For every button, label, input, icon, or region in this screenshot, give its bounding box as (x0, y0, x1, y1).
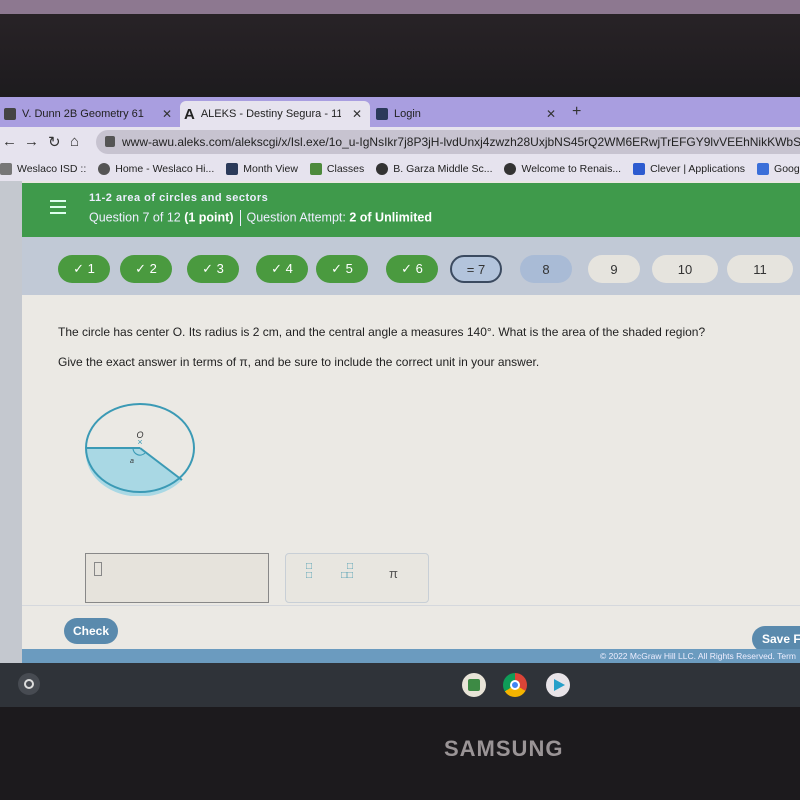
question-info: Question 7 of 12 (1 point) Question Attem… (89, 210, 432, 226)
question-pill-8[interactable]: 8 (520, 255, 572, 283)
center-label: O (136, 430, 143, 440)
bookmark-icon (98, 163, 111, 175)
circle-sector-figure: × O a (85, 403, 195, 496)
copyright: © 2022 McGraw Hill LLC. All Rights Reser… (22, 649, 800, 663)
tab-label: V. Dunn 2B Geometry 61 (22, 108, 144, 120)
shaded-sector (85, 448, 182, 496)
screen: V. Dunn 2B Geometry 61 ✕ A ALEKS - Desti… (0, 97, 800, 707)
play-store-app-icon[interactable] (546, 673, 570, 697)
placeholder-box (94, 562, 102, 576)
bookmarks-bar: Weslaco ISD :: Home - Weslaco Hi... Mont… (0, 157, 800, 181)
tab-label: ALEKS - Destiny Segura - 11-2 ar (200, 108, 341, 120)
question-pill-3[interactable]: ✓ 3 (187, 255, 239, 283)
back-icon[interactable]: ← (2, 133, 17, 150)
home-icon[interactable]: ⌂ (70, 133, 79, 150)
globe-icon (504, 163, 517, 175)
question-text: The circle has center O. Its radius is 2… (58, 325, 706, 339)
samsung-logo: SAMSUNG (444, 736, 564, 761)
forward-icon[interactable]: → (24, 133, 39, 150)
action-bar: Check Save F (22, 605, 800, 655)
topic-title: 11-2 area of circles and sectors (89, 192, 269, 204)
globe-icon (376, 163, 389, 175)
hac-icon (226, 163, 239, 175)
new-tab-button[interactable]: + (572, 103, 581, 121)
check-button[interactable]: Check (64, 618, 118, 644)
chromeos-shelf (0, 663, 800, 707)
bookmark-icon (0, 163, 12, 175)
chrome-app-icon[interactable] (503, 673, 527, 697)
site-info-icon[interactable] (105, 136, 115, 147)
bookmark-clever[interactable]: Clever | Applications (633, 163, 745, 175)
question-pill-5[interactable]: ✓ 5 (316, 255, 368, 283)
bookmark-home-weslaco[interactable]: Home - Weslaco Hi... (98, 163, 214, 175)
question-pill-4[interactable]: ✓ 4 (256, 255, 308, 283)
classroom-icon (309, 163, 322, 175)
close-icon[interactable]: ✕ (162, 107, 172, 121)
bookmark-month-view[interactable]: Month View (226, 163, 298, 175)
tab-geometry[interactable]: V. Dunn 2B Geometry 61 ✕ (0, 101, 180, 127)
hac-icon (376, 108, 388, 120)
tab-strip: V. Dunn 2B Geometry 61 ✕ A ALEKS - Desti… (0, 97, 800, 127)
url-text: www-awu.aleks.com/alekscgi/x/Isl.exe/1o_… (122, 135, 800, 149)
classroom-icon (4, 108, 16, 120)
pi-button[interactable]: π (389, 566, 398, 581)
math-toolbar: □ □ □□ □ π (285, 553, 429, 603)
reload-icon[interactable]: ↻ (48, 133, 61, 151)
classroom-app-icon[interactable] (462, 673, 486, 697)
question-pill-6[interactable]: ✓ 6 (386, 255, 438, 283)
question-pill-9[interactable]: 9 (588, 255, 640, 283)
question-pill-11[interactable]: 11 (727, 255, 793, 283)
launcher-button[interactable] (18, 673, 40, 695)
address-row: ← → ↻ ⌂ www-awu.aleks.com/alekscgi/x/Isl… (0, 127, 800, 157)
menu-icon[interactable] (50, 200, 66, 218)
tab-login[interactable]: Login ✕ (372, 101, 564, 127)
question-pill-10[interactable]: 10 (652, 255, 718, 283)
question-pill-1[interactable]: ✓ 1 (58, 255, 110, 283)
question-progress: ✓ 1 ✓ 2 ✓ 3 ✓ 4 ✓ 5 ✓ 6 = 7 8 9 10 11 (22, 237, 800, 295)
launcher-icon (24, 679, 34, 689)
mixed-number-button[interactable]: □□ □ (341, 562, 353, 581)
aleks-header: 11-2 area of circles and sectors Questio… (22, 183, 800, 237)
url-bar[interactable]: www-awu.aleks.com/alekscgi/x/Isl.exe/1o_… (96, 130, 800, 154)
question-pill-2[interactable]: ✓ 2 (120, 255, 172, 283)
monitor-bezel-top (0, 0, 800, 97)
close-icon[interactable]: ✕ (546, 107, 556, 121)
docs-icon (757, 163, 770, 175)
question-pill-7[interactable]: = 7 (450, 255, 502, 283)
tab-label: Login (394, 108, 421, 120)
question-content: The circle has center O. Its radius is 2… (22, 295, 800, 635)
answer-input[interactable] (85, 553, 269, 603)
bookmark-google-docs[interactable]: Google Docs - c (757, 163, 800, 175)
aleks-icon: A (184, 105, 195, 123)
tab-aleks[interactable]: A ALEKS - Destiny Segura - 11-2 ar ✕ (180, 101, 370, 127)
left-gutter (0, 181, 22, 701)
bookmark-renaissance[interactable]: Welcome to Renais... (504, 163, 621, 175)
clever-icon (633, 163, 646, 175)
bookmark-classes[interactable]: Classes (309, 163, 364, 175)
question-instructions: Give the exact answer in terms of π, and… (58, 355, 540, 369)
fraction-button[interactable]: □ □ (306, 562, 312, 581)
bookmark-b-garza[interactable]: B. Garza Middle Sc... (376, 163, 492, 175)
close-icon[interactable]: ✕ (352, 107, 362, 121)
angle-label: a (130, 458, 134, 465)
bookmark-weslaco-isd[interactable]: Weslaco ISD :: (0, 163, 86, 175)
